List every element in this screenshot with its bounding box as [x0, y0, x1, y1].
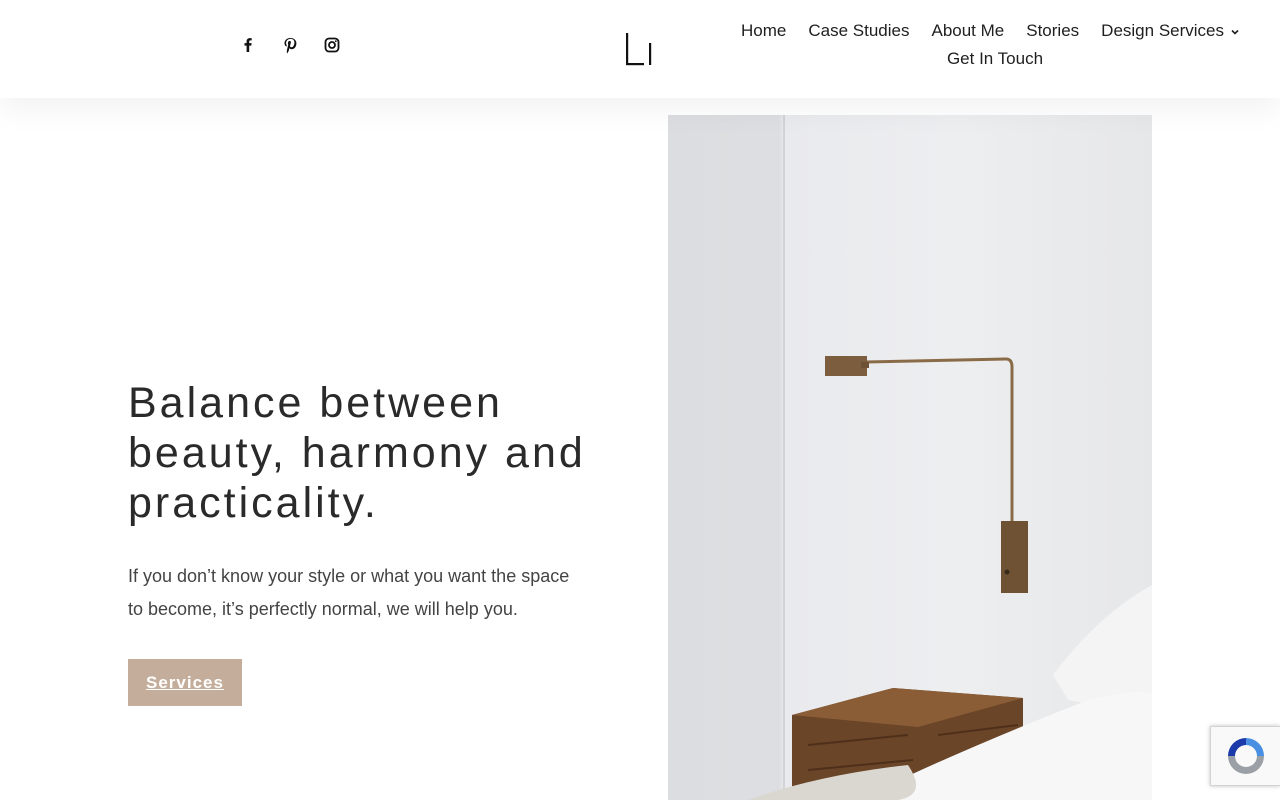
hero-image: [668, 115, 1152, 800]
nav-case-studies[interactable]: Case Studies: [808, 21, 909, 41]
hero-description-line: If you don’t know your style or what you…: [128, 566, 570, 586]
brand-logo[interactable]: [622, 30, 656, 68]
recaptcha-icon: [1227, 738, 1264, 774]
nav-about-me[interactable]: About Me: [931, 21, 1004, 41]
nav-design-services-label: Design Services: [1101, 21, 1224, 40]
hero-description: If you don’t know your style or what you…: [128, 560, 598, 626]
nav-home[interactable]: Home: [741, 21, 786, 41]
site-header: Home Case Studies About Me Stories Desig…: [0, 0, 1280, 98]
hero-title-line: beauty, harmony and: [128, 429, 586, 477]
nav-stories[interactable]: Stories: [1026, 21, 1079, 41]
social-links: [238, 35, 342, 55]
facebook-icon[interactable]: [238, 35, 258, 55]
chevron-down-icon: [1231, 29, 1239, 35]
hero-title: Balance between beauty, harmony and prac…: [128, 378, 648, 528]
nav-get-in-touch[interactable]: Get In Touch: [947, 49, 1043, 69]
services-button[interactable]: Services: [128, 659, 242, 706]
hero-title-line: Balance between: [128, 379, 503, 427]
main-nav: Home Case Studies About Me Stories Desig…: [740, 18, 1240, 74]
hero-title-line: practicality.: [128, 479, 379, 527]
pinterest-icon[interactable]: [280, 35, 300, 55]
nav-design-services[interactable]: Design Services: [1101, 21, 1240, 41]
bedroom-photo-illustration: [748, 115, 1152, 800]
recaptcha-badge[interactable]: [1210, 726, 1280, 786]
instagram-icon[interactable]: [322, 35, 342, 55]
hero-description-line: to become, it’s perfectly normal, we wil…: [128, 599, 518, 619]
